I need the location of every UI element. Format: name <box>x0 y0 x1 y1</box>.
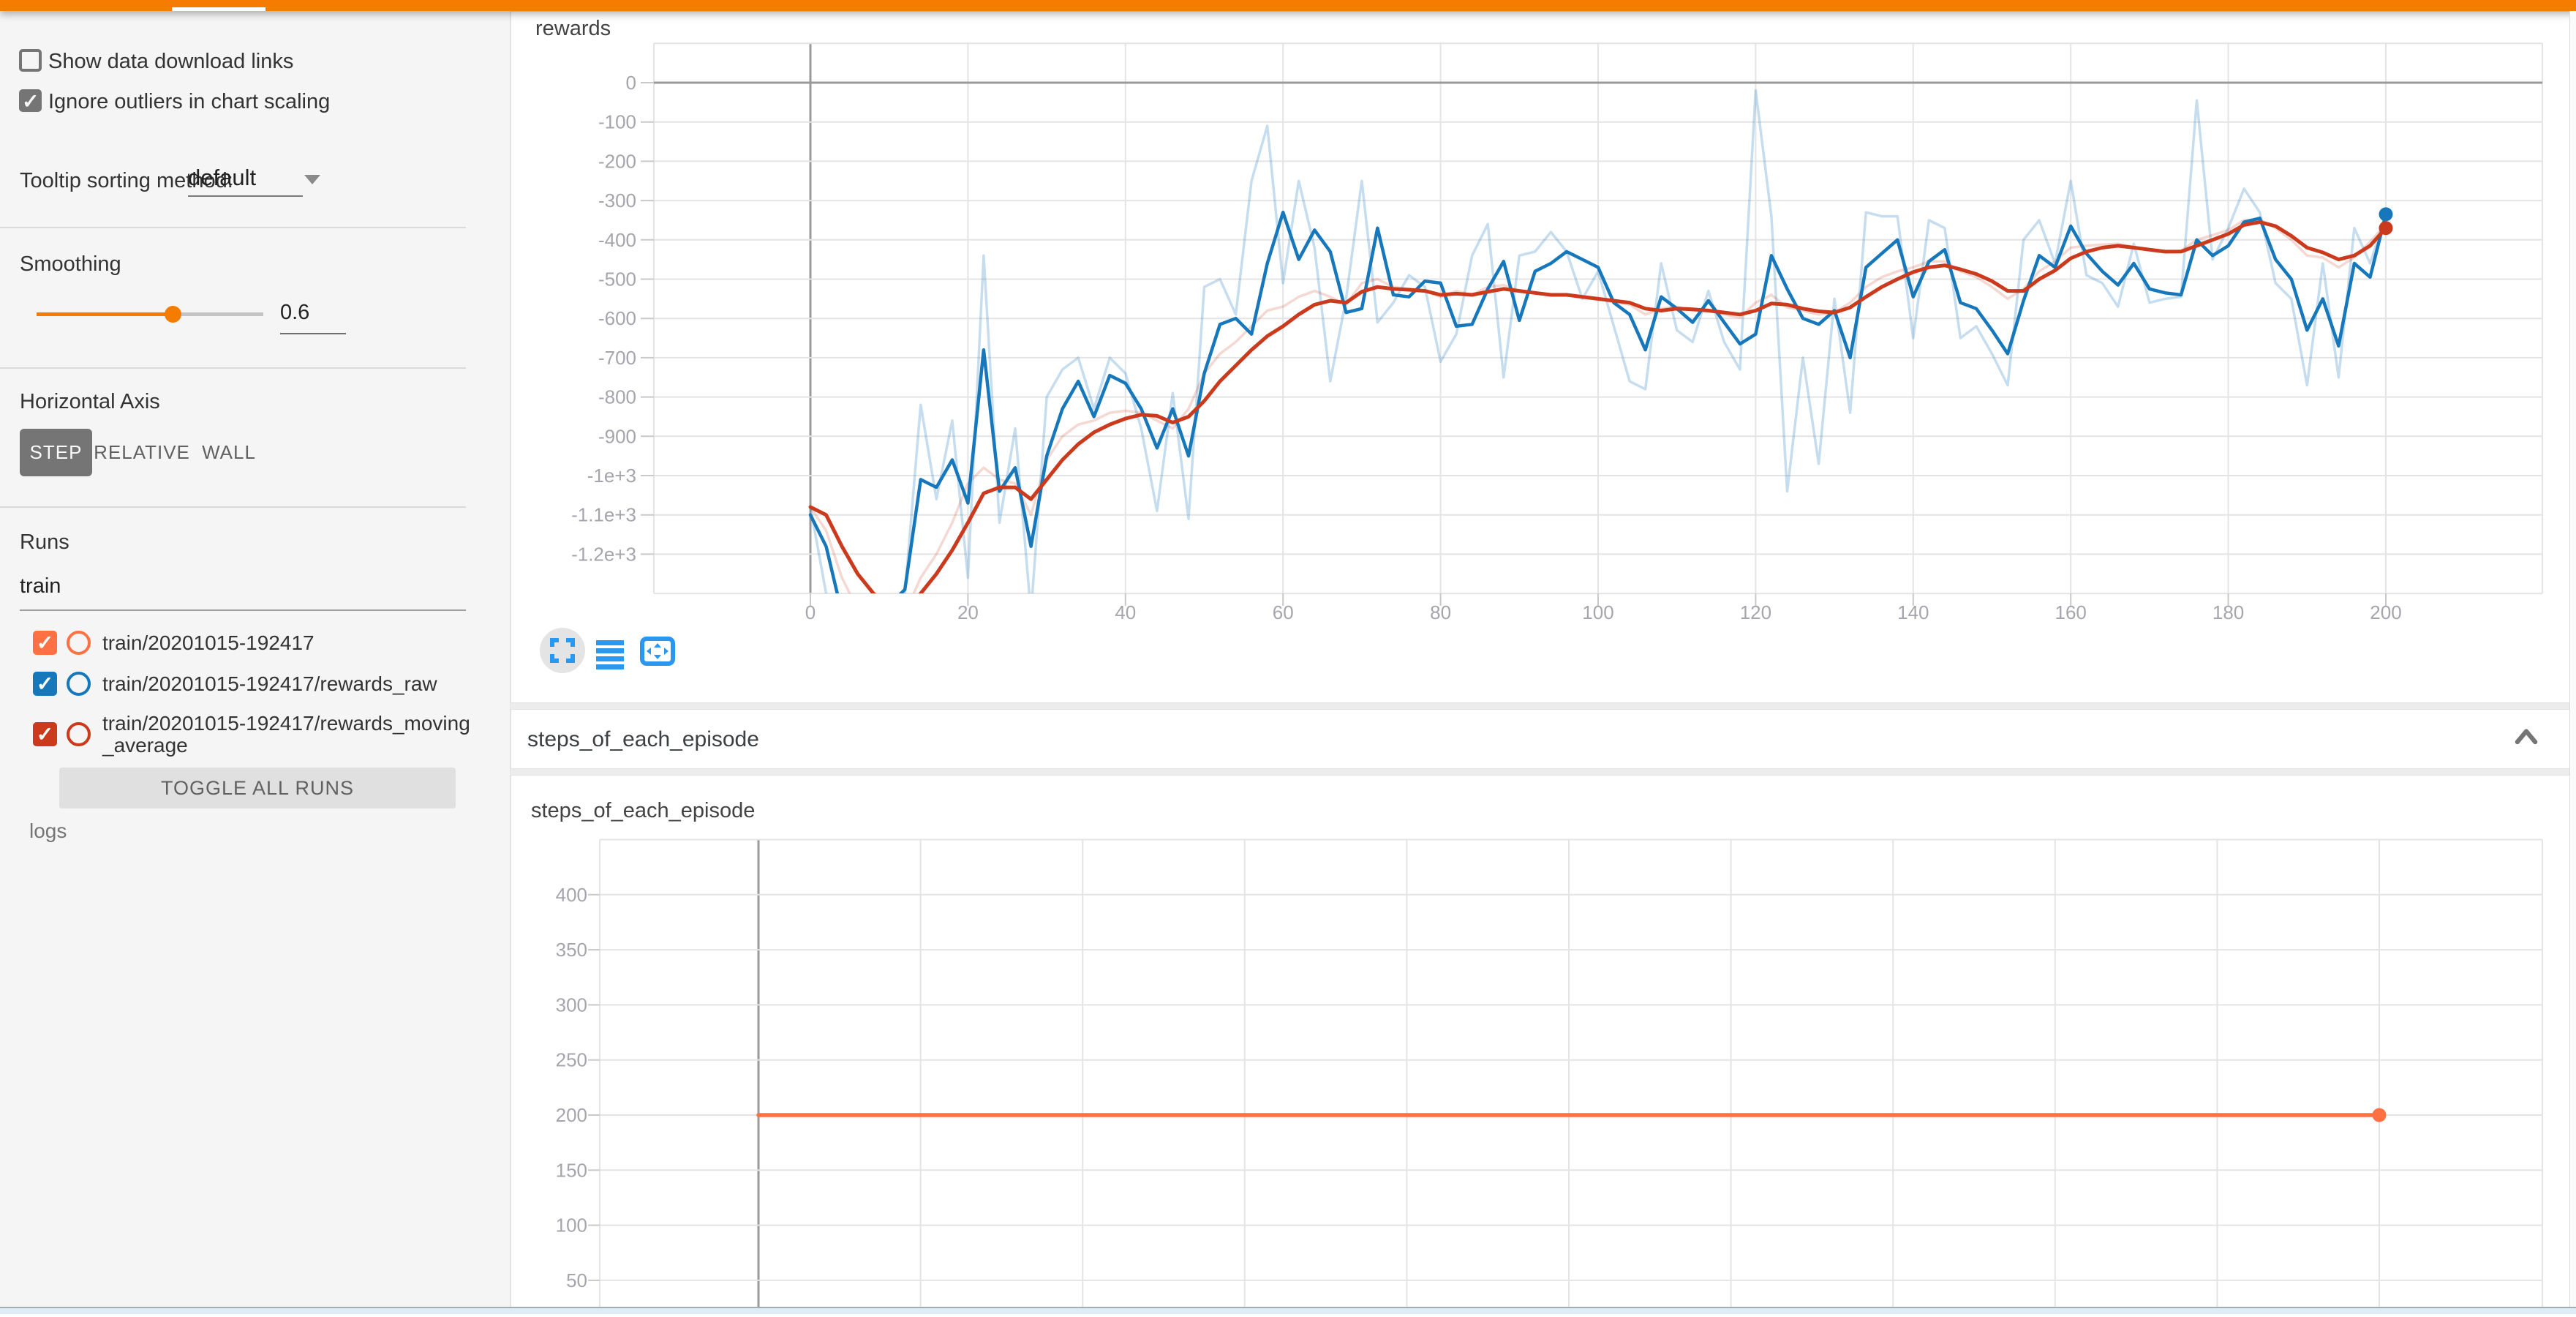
svg-text:-600: -600 <box>598 307 636 329</box>
section-header-steps[interactable]: steps_of_each_episode <box>511 709 2572 769</box>
check-icon: ✓ <box>33 631 57 655</box>
smoothing-label: Smoothing <box>20 252 121 277</box>
run-checkbox[interactable]: ✓ <box>33 722 57 746</box>
fit-domain-icon[interactable] <box>640 637 675 666</box>
toggle-all-runs-button[interactable]: TOGGLE ALL RUNS <box>59 768 456 808</box>
show-download-links-checkbox[interactable] <box>19 49 42 72</box>
svg-text:100: 100 <box>1582 601 1613 623</box>
run-filter-input[interactable] <box>20 574 466 599</box>
ignore-outliers-checkbox[interactable]: ✓ <box>19 89 42 112</box>
divider <box>0 367 466 369</box>
svg-text:-1.2e+3: -1.2e+3 <box>571 543 636 565</box>
runs-label: Runs <box>20 530 69 555</box>
svg-text:-300: -300 <box>598 190 636 211</box>
run-label: train/20201015-192417/rewards_raw <box>102 673 479 695</box>
vertical-scrollbar[interactable] <box>2569 11 2576 1307</box>
svg-text:140: 140 <box>1897 601 1929 623</box>
svg-text:-1e+3: -1e+3 <box>587 465 636 487</box>
smoothing-value-underline <box>280 333 346 334</box>
svg-text:120: 120 <box>1740 601 1771 623</box>
check-icon: ✓ <box>33 672 57 696</box>
svg-text:80: 80 <box>1430 601 1451 623</box>
divider <box>0 506 466 508</box>
smoothing-slider-thumb[interactable] <box>165 306 181 323</box>
run-checkbox[interactable]: ✓ <box>33 672 57 696</box>
smoothing-slider-fill <box>37 312 173 316</box>
run-row-0[interactable]: ✓ train/20201015-192417 <box>0 629 511 670</box>
svg-text:20: 20 <box>957 601 979 623</box>
rewards-line-chart[interactable]: 0 -100 -200 -300 -400 -500 -600 -700 -800 -900 -1e… <box>511 12 2571 702</box>
svg-text:-800: -800 <box>598 386 636 408</box>
horizontal-scrollbar[interactable] <box>0 1307 2576 1314</box>
svg-text:50: 50 <box>566 1269 587 1291</box>
svg-text:200: 200 <box>556 1104 587 1126</box>
chart-title-steps: steps_of_each_episode <box>531 799 755 823</box>
run-label: train/20201015-192417 <box>102 632 479 654</box>
run-row-1[interactable]: ✓ train/20201015-192417/rewards_raw <box>0 670 511 711</box>
svg-text:350: 350 <box>556 939 587 961</box>
svg-text:300: 300 <box>556 994 587 1016</box>
run-row-2[interactable]: ✓ train/20201015-192417/rewards_moving_a… <box>0 711 511 764</box>
svg-text:160: 160 <box>2055 601 2087 623</box>
svg-text:180: 180 <box>2212 601 2244 623</box>
svg-text:150: 150 <box>556 1159 587 1181</box>
active-tab-indicator <box>172 7 265 11</box>
smoothing-value-field[interactable]: 0.6 <box>280 301 346 325</box>
axis-step-button[interactable]: STEP <box>20 429 92 476</box>
svg-text:-700: -700 <box>598 347 636 369</box>
section-title: steps_of_each_episode <box>527 727 759 752</box>
fullscreen-icon[interactable] <box>549 637 576 664</box>
dropdown-underline <box>188 195 303 197</box>
steps-chart-card: steps_of_each_episode 400 350 300 250 200 150… <box>511 775 2572 1314</box>
axis-relative-button[interactable]: RELATIVE <box>101 429 183 476</box>
steps-line-chart[interactable]: 400 350 300 250 200 150 100 50 <box>511 776 2571 1313</box>
svg-text:-900: -900 <box>598 425 636 447</box>
check-icon: ✓ <box>33 722 57 746</box>
chevron-down-icon <box>304 175 320 184</box>
app-header-bar <box>0 0 2576 11</box>
run-label: train/20201015-192417/rewards_moving_ave… <box>102 713 479 757</box>
svg-text:-1.1e+3: -1.1e+3 <box>571 504 636 526</box>
run-checkbox[interactable]: ✓ <box>33 631 57 655</box>
svg-text:0: 0 <box>626 72 636 94</box>
dashboard-content: rewards 0 -100 -200 -300 -400 -500 -600 -700 -80… <box>511 11 2576 1314</box>
svg-text:250: 250 <box>556 1049 587 1071</box>
logdir-label: logs <box>29 819 67 843</box>
svg-text:-500: -500 <box>598 269 636 290</box>
show-download-links-label: Show data download links <box>48 50 293 74</box>
horizontal-bars-icon[interactable] <box>596 640 624 669</box>
chart-title-rewards: rewards <box>535 17 611 41</box>
tooltip-sorting-value: default <box>188 165 256 190</box>
svg-text:-400: -400 <box>598 229 636 251</box>
horizontal-axis-label: Horizontal Axis <box>20 390 160 414</box>
ignore-outliers-label: Ignore outliers in chart scaling <box>48 90 330 114</box>
chevron-up-icon <box>2510 721 2542 754</box>
svg-text:40: 40 <box>1115 601 1136 623</box>
svg-text:-100: -100 <box>598 111 636 133</box>
run-filter-underline <box>20 609 466 611</box>
check-icon: ✓ <box>22 92 39 110</box>
chart-toolbar <box>511 626 731 692</box>
collapse-section-button[interactable] <box>2510 721 2542 754</box>
divider <box>0 227 466 228</box>
svg-text:-200: -200 <box>598 150 636 172</box>
smoothing-slider[interactable] <box>37 312 263 316</box>
svg-text:400: 400 <box>556 884 587 906</box>
settings-sidebar: Show data download links ✓ Ignore outlie… <box>0 11 511 1314</box>
run-color-circle-icon[interactable] <box>67 722 91 746</box>
svg-text:60: 60 <box>1273 601 1294 623</box>
tooltip-sorting-dropdown[interactable]: default <box>188 165 303 198</box>
axis-wall-button[interactable]: WALL <box>192 429 265 476</box>
run-color-circle-icon[interactable] <box>67 631 91 655</box>
svg-text:100: 100 <box>556 1215 587 1237</box>
svg-text:0: 0 <box>805 601 816 623</box>
run-color-circle-icon[interactable] <box>67 672 91 696</box>
svg-text:200: 200 <box>2370 601 2401 623</box>
rewards-chart-card: rewards 0 -100 -200 -300 -400 -500 -600 -700 -80… <box>511 11 2572 703</box>
